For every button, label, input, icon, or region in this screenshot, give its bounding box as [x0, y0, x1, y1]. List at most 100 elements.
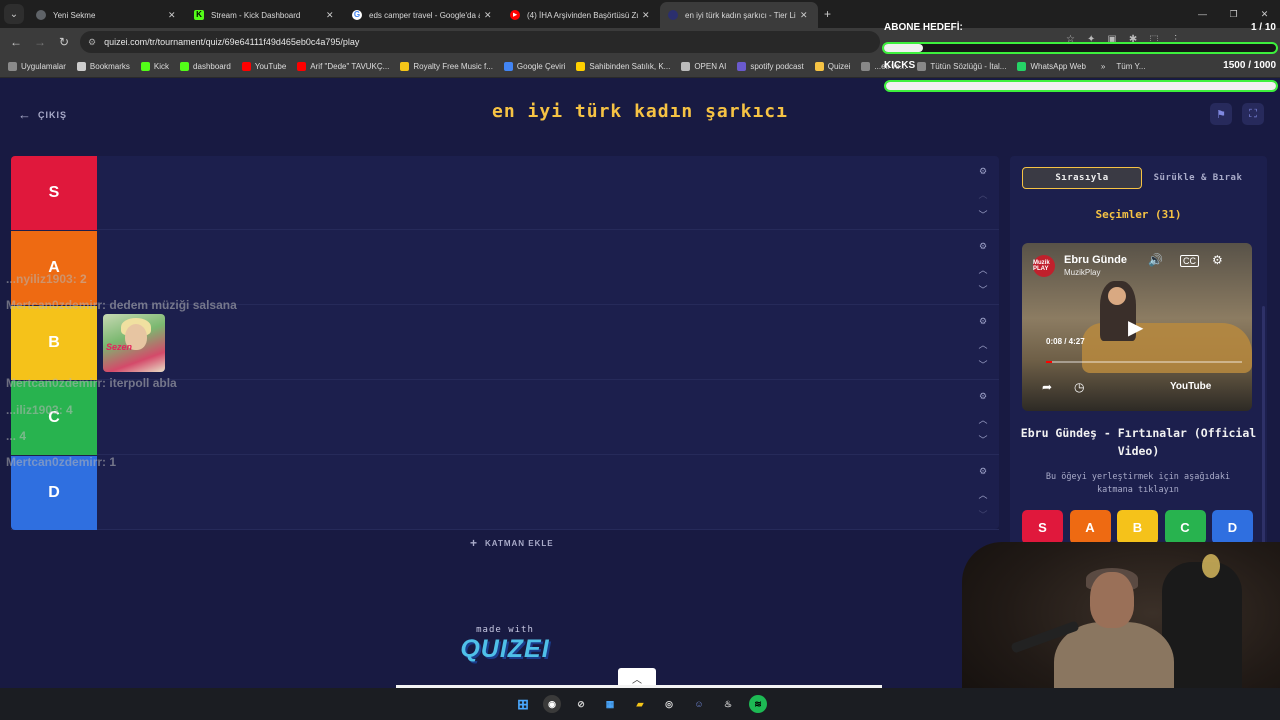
tab-3[interactable]: ▶ (4) İHA Arşivinden Başörtüsü Zu... ✕ [502, 2, 660, 28]
bookmarks-bar: Uygulamalar Bookmarks Kick dashboard YouTube… [0, 56, 1280, 78]
move-up-icon[interactable]: ︿ [977, 263, 989, 276]
bookmark-item[interactable]: Tütün Sözlüğü - İtal... [917, 62, 1006, 71]
move-up-icon[interactable]: ︿ [977, 188, 989, 201]
bookmark-item[interactable]: Google Çeviri [503, 62, 565, 71]
bookmark-item[interactable]: Bookmarks [76, 62, 130, 71]
sub-goal-fill [884, 44, 924, 52]
steam-icon[interactable]: ♨ [719, 695, 737, 713]
store-icon[interactable]: ▦ [601, 695, 619, 713]
app-icon[interactable]: ⊘ [572, 695, 590, 713]
video-player[interactable]: Muzik PLAY Ebru Günde MuzikPlay 🔊 CC ⚙ ▶… [1022, 243, 1252, 411]
bookmark-item[interactable]: OPEN AI [681, 62, 726, 71]
tab-2[interactable]: G eds camper travel - Google'da ara ✕ [344, 2, 502, 28]
youtube-logo[interactable]: YouTube [1170, 381, 1211, 392]
row-settings-icon[interactable]: ⚙ [977, 166, 989, 177]
watch-later-icon[interactable]: ◷ [1074, 380, 1084, 394]
pick-tier-a-button[interactable]: A [1069, 510, 1111, 544]
tier-row-b[interactable]: B ⚙ ︿ ﹀ Sezen [11, 306, 999, 380]
tier-row-d[interactable]: D ⚙ ︿ ﹀ [11, 456, 999, 530]
restore-icon[interactable]: ❐ [1218, 0, 1249, 28]
url-field[interactable]: ⚙ quizei.com/tr/tournament/quiz/69e64111… [80, 31, 880, 53]
forward-icon[interactable]: → [28, 35, 52, 49]
pick-tier-s-button[interactable]: S [1022, 510, 1063, 544]
move-down-icon[interactable]: ﹀ [977, 508, 989, 521]
add-tier-button[interactable]: + KATMAN EKLE [470, 536, 554, 550]
tier-row-s[interactable]: S ⚙ ︿ ﹀ [11, 156, 999, 230]
bookmark-icon [917, 62, 927, 71]
back-icon[interactable]: ← [4, 35, 28, 49]
new-tab-icon[interactable]: + [824, 7, 831, 21]
tab-0[interactable]: Yeni Sekme ✕ [28, 2, 186, 28]
bookmark-item[interactable]: Quizei [814, 62, 850, 71]
mode-drag-drop-button[interactable]: Sürükle & Bırak [1148, 167, 1248, 189]
close-icon[interactable]: ✕ [484, 10, 494, 21]
chrome-icon[interactable]: ◉ [543, 695, 561, 713]
flag-icon[interactable]: ⚑ [1210, 103, 1232, 125]
close-icon[interactable]: ✕ [326, 10, 336, 21]
close-icon[interactable]: ✕ [642, 10, 652, 21]
minimize-icon[interactable]: — [1187, 0, 1218, 28]
pick-tier-b-button[interactable]: B [1117, 510, 1158, 544]
move-up-icon[interactable]: ︿ [977, 488, 989, 501]
video-channel[interactable]: MuzikPlay [1064, 268, 1100, 277]
move-up-icon[interactable]: ︿ [977, 413, 989, 426]
bookmark-label: YouTube [254, 62, 287, 71]
tier-label[interactable]: C [11, 381, 97, 455]
tier-label[interactable]: B [11, 306, 97, 380]
video-title[interactable]: Ebru Günde [1064, 254, 1127, 266]
mode-ordered-button[interactable]: Sırasıyla [1022, 167, 1142, 189]
bookmark-item[interactable]: WhatsApp Web [1017, 62, 1086, 71]
tier-row-a[interactable]: A ⚙ ︿ ﹀ [11, 231, 999, 305]
move-down-icon[interactable]: ﹀ [977, 358, 989, 371]
move-up-icon[interactable]: ︿ [977, 338, 989, 351]
bookmark-item[interactable]: Kick [140, 62, 169, 71]
sub-goal-bar [882, 42, 1278, 54]
close-icon[interactable]: ✕ [800, 10, 810, 21]
volume-icon[interactable]: 🔊 [1148, 253, 1163, 267]
captions-icon[interactable]: CC [1180, 255, 1199, 267]
row-settings-icon[interactable]: ⚙ [977, 316, 989, 327]
bookmark-item[interactable]: YouTube [241, 62, 287, 71]
pick-tier-d-button[interactable]: D [1212, 510, 1253, 544]
move-down-icon[interactable]: ﹀ [977, 208, 989, 221]
settings-icon[interactable]: ⚙ [1212, 253, 1223, 267]
bookmark-icon [8, 62, 17, 71]
folder-icon[interactable]: ▰ [631, 695, 649, 713]
move-down-icon[interactable]: ﹀ [977, 283, 989, 296]
move-down-icon[interactable]: ﹀ [977, 433, 989, 446]
windows-start-icon[interactable]: ⊞ [514, 695, 532, 713]
discord-icon[interactable]: ☺ [690, 695, 708, 713]
all-bookmarks-folder[interactable]: Tüm Y... [1116, 62, 1145, 71]
spotify-icon[interactable]: ≋ [749, 695, 767, 713]
video-progress-bar[interactable] [1046, 361, 1242, 363]
tab-title: en iyi türk kadın şarkıcı - Tier Li [685, 10, 796, 20]
tab-4[interactable]: en iyi türk kadın şarkıcı - Tier Li ✕ [660, 2, 818, 28]
row-settings-icon[interactable]: ⚙ [977, 241, 989, 252]
tab-1[interactable]: K Stream - Kick Dashboard ✕ [186, 2, 344, 28]
bookmark-item[interactable]: spotify podcast [737, 62, 804, 71]
fullscreen-icon[interactable]: ⛶ [1242, 103, 1264, 125]
bookmark-item[interactable]: Arif "Dede" TAVUKÇ... [297, 62, 389, 71]
row-settings-icon[interactable]: ⚙ [977, 466, 989, 477]
channel-logo[interactable]: Muzik PLAY [1033, 255, 1055, 277]
site-info-icon[interactable]: ⚙ [88, 37, 96, 48]
tier-item-thumbnail[interactable]: Sezen [103, 314, 165, 372]
pick-tier-c-button[interactable]: C [1164, 510, 1206, 544]
close-icon[interactable]: ✕ [168, 10, 178, 21]
tier-row-c[interactable]: C ⚙ ︿ ﹀ [11, 381, 999, 455]
bookmark-item[interactable]: Royalty Free Music f... [400, 62, 493, 71]
row-settings-icon[interactable]: ⚙ [977, 391, 989, 402]
bookmark-item[interactable]: Sahibinden Satılık, K... [576, 62, 670, 71]
tier-label[interactable]: S [11, 156, 97, 230]
bookmark-item[interactable]: dashboard [180, 62, 231, 71]
obs-icon[interactable]: ◎ [660, 695, 678, 713]
quizei-logo[interactable]: QUIZEI [450, 635, 560, 664]
tab-search-icon[interactable]: ⌄ [4, 4, 24, 24]
share-icon[interactable]: ➦ [1042, 380, 1052, 394]
reload-icon[interactable]: ↻ [52, 35, 76, 49]
bookmark-item[interactable]: Uygulamalar [8, 62, 66, 71]
bookmarks-overflow-icon[interactable]: » [1101, 62, 1105, 71]
play-icon[interactable]: ▶ [1128, 315, 1143, 340]
bookmark-icon [861, 62, 871, 71]
tier-label[interactable]: A [11, 231, 97, 305]
